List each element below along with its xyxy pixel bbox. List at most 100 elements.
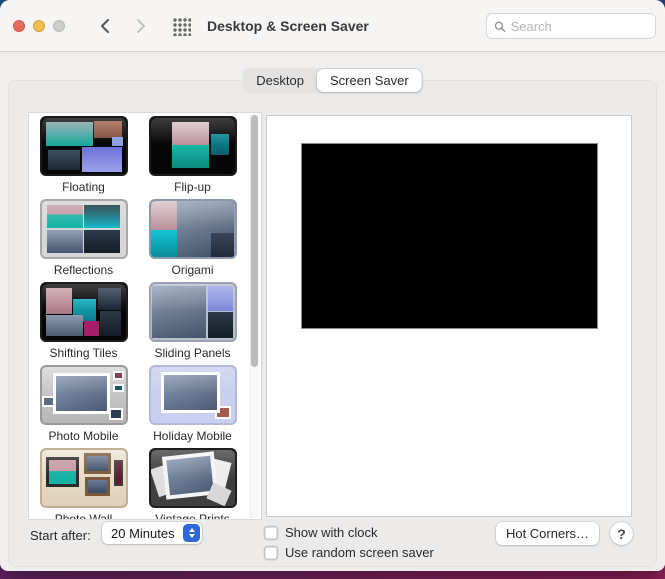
screensaver-item-origami[interactable]: Origami <box>138 199 247 282</box>
screensaver-label: Floating <box>62 180 105 194</box>
screensaver-thumbnail <box>39 282 128 342</box>
thumbnail-photo-tile <box>47 229 83 253</box>
start-after-label: Start after: <box>30 528 91 543</box>
back-button[interactable] <box>96 17 114 35</box>
screensaver-label: Photo Wall <box>54 512 113 520</box>
tab-screen-saver[interactable]: Screen Saver <box>316 69 422 92</box>
screensaver-item-shifting-tiles[interactable]: Shifting Tiles <box>29 282 138 365</box>
thumbnail-photo-tile <box>97 287 122 311</box>
screensaver-thumbnail <box>148 282 237 342</box>
thumbnail-photo-tile <box>48 150 81 170</box>
thumbnail-photo-tile <box>53 372 111 415</box>
thumbnail-photo-tile <box>206 482 232 506</box>
thumbnail-photo-tile <box>84 205 120 229</box>
thumbnail-photo-tile <box>84 229 120 253</box>
thumbnail-photo-tile <box>150 230 178 257</box>
close-button[interactable] <box>13 20 25 32</box>
checkbox-use-random-screen-saver[interactable]: Use random screen saver <box>264 545 434 560</box>
chevron-left-icon <box>101 19 109 33</box>
thumbnail-photo-tile <box>94 120 123 138</box>
thumbnail-photo-tile <box>152 286 206 338</box>
thumbnail-photo-tile <box>207 312 233 338</box>
screensaver-item-flip-up[interactable]: Flip-up <box>138 116 247 199</box>
thumbnail-photo-tile <box>85 476 110 496</box>
thumbnail-photo-tile <box>113 460 123 486</box>
thumbnail-photo-tile <box>207 286 233 311</box>
thumbnail-photo-tile <box>172 122 210 145</box>
screensaver-preview[interactable] <box>301 143 598 329</box>
zoom-button[interactable] <box>53 20 65 32</box>
screensaver-thumbnail <box>39 365 128 425</box>
search-icon <box>494 21 506 32</box>
screensaver-label: Origami <box>171 263 214 277</box>
checkbox-label: Use random screen saver <box>285 545 434 560</box>
thumbnail-photo-tile <box>84 320 99 337</box>
screensaver-thumbnail <box>39 448 128 508</box>
chevron-down-icon <box>188 534 195 538</box>
scrollbar-track[interactable] <box>250 114 259 518</box>
thumbnail-photo-tile <box>81 147 123 172</box>
checkbox-box[interactable] <box>264 545 278 560</box>
thumbnail-photo-tile <box>161 372 221 414</box>
checkbox-label: Show with clock <box>285 525 378 540</box>
screensaver-thumbnail <box>148 199 237 259</box>
search-input[interactable] <box>510 18 648 34</box>
screensaver-list-box: Floating Flip-up Reflections Origami Shiftin… <box>28 112 262 520</box>
screensaver-item-holiday-mobile[interactable]: Holiday Mobile <box>138 365 247 448</box>
start-after-value: 20 Minutes <box>111 525 175 541</box>
traffic-lights <box>13 20 65 32</box>
screensaver-list: Floating Flip-up Reflections Origami Shiftin… <box>29 113 247 520</box>
screensaver-label: Shifting Tiles <box>49 346 118 360</box>
screensaver-item-sliding-panels[interactable]: Sliding Panels <box>138 282 247 365</box>
forward-button[interactable] <box>132 17 150 35</box>
chevron-right-icon <box>137 19 145 33</box>
minimize-button[interactable] <box>33 20 45 32</box>
screensaver-item-reflections[interactable]: Reflections <box>29 199 138 282</box>
screensaver-item-floating[interactable]: Floating <box>29 116 138 199</box>
screensaver-label: Vintage Prints <box>155 512 230 520</box>
preferences-window: Desktop & Screen Saver DesktopScreen Sav… <box>0 0 665 571</box>
content-area: Desktop Screen Saver Floating Flip-up Refle… <box>0 53 665 571</box>
screensaver-label: Flip-up <box>174 180 211 194</box>
start-after-select[interactable]: 20 Minutes <box>102 522 202 544</box>
screensaver-label: Photo Mobile <box>48 429 119 443</box>
tab-group: Desktop Screen Saver <box>242 68 423 93</box>
screensaver-item-photo-wall[interactable]: Photo Wall <box>29 448 138 520</box>
window-title: Desktop & Screen Saver <box>207 18 369 34</box>
thumbnail-photo-tile <box>45 122 93 146</box>
thumbnail-photo-tile <box>45 314 83 337</box>
hot-corners-button[interactable]: Hot Corners… <box>496 522 599 545</box>
thumbnail-photo-tile <box>210 133 230 155</box>
screensaver-label: Sliding Panels <box>154 346 231 360</box>
show-all-grid-icon[interactable] <box>172 17 191 36</box>
screensaver-thumbnail <box>39 116 128 176</box>
thumbnail-photo-tile <box>150 201 178 231</box>
screensaver-thumbnail <box>39 199 128 259</box>
thumbnail-photo-tile <box>45 287 72 314</box>
thumbnail-photo-tile <box>210 233 235 257</box>
search-field[interactable] <box>486 13 656 39</box>
checkbox-show-with-clock[interactable]: Show with clock <box>264 525 434 540</box>
thumbnail-photo-tile <box>112 137 123 146</box>
screensaver-item-photo-mobile[interactable]: Photo Mobile <box>29 365 138 448</box>
stepper-icon <box>183 524 200 542</box>
scrollbar-thumb[interactable] <box>251 115 258 367</box>
screensaver-item-vintage-prints[interactable]: Vintage Prints <box>138 448 247 520</box>
thumbnail-photo-tile <box>172 144 210 169</box>
thumbnail-photo-tile <box>100 311 122 337</box>
thumbnail-photo-tile <box>112 371 124 381</box>
tab-desktop[interactable]: Desktop <box>243 69 317 92</box>
help-button[interactable]: ? <box>610 522 633 545</box>
screensaver-label: Reflections <box>53 263 114 277</box>
thumbnail-photo-tile <box>108 408 123 420</box>
checkbox-box[interactable] <box>264 525 278 540</box>
checkbox-group: Show with clock Use random screen saver <box>264 525 434 560</box>
thumbnail-photo-tile <box>47 205 83 229</box>
screensaver-thumbnail <box>148 448 237 508</box>
titlebar: Desktop & Screen Saver <box>0 0 665 52</box>
preview-panel <box>266 115 632 517</box>
screensaver-thumbnail <box>148 365 237 425</box>
chevron-up-icon <box>188 528 195 532</box>
thumbnail-photo-tile <box>83 453 112 474</box>
screensaver-thumbnail <box>148 116 237 176</box>
